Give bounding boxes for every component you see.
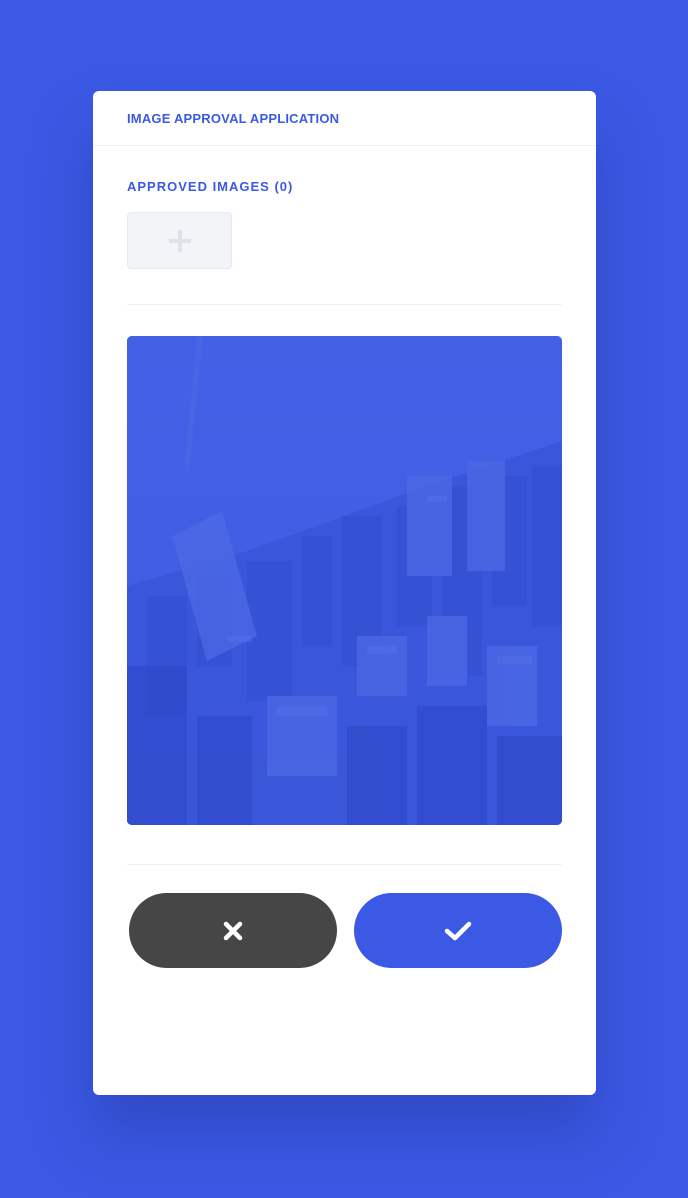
approve-button[interactable]	[354, 893, 562, 968]
divider	[127, 864, 562, 865]
decision-actions	[127, 893, 562, 968]
add-image-button[interactable]	[127, 212, 232, 269]
card-header: IMAGE APPROVAL APPLICATION	[93, 91, 596, 146]
image-preview	[127, 336, 562, 825]
approval-card: IMAGE APPROVAL APPLICATION APPROVED IMAG…	[93, 91, 596, 1095]
approved-images-heading: APPROVED IMAGES (0)	[127, 179, 294, 194]
close-icon	[223, 921, 243, 940]
check-icon	[444, 921, 472, 940]
city-photo	[127, 336, 562, 825]
app-title: IMAGE APPROVAL APPLICATION	[127, 110, 340, 126]
card-body: APPROVED IMAGES (0)	[93, 179, 596, 968]
plus-icon	[168, 229, 191, 252]
divider	[127, 304, 562, 305]
reject-button[interactable]	[129, 893, 337, 968]
